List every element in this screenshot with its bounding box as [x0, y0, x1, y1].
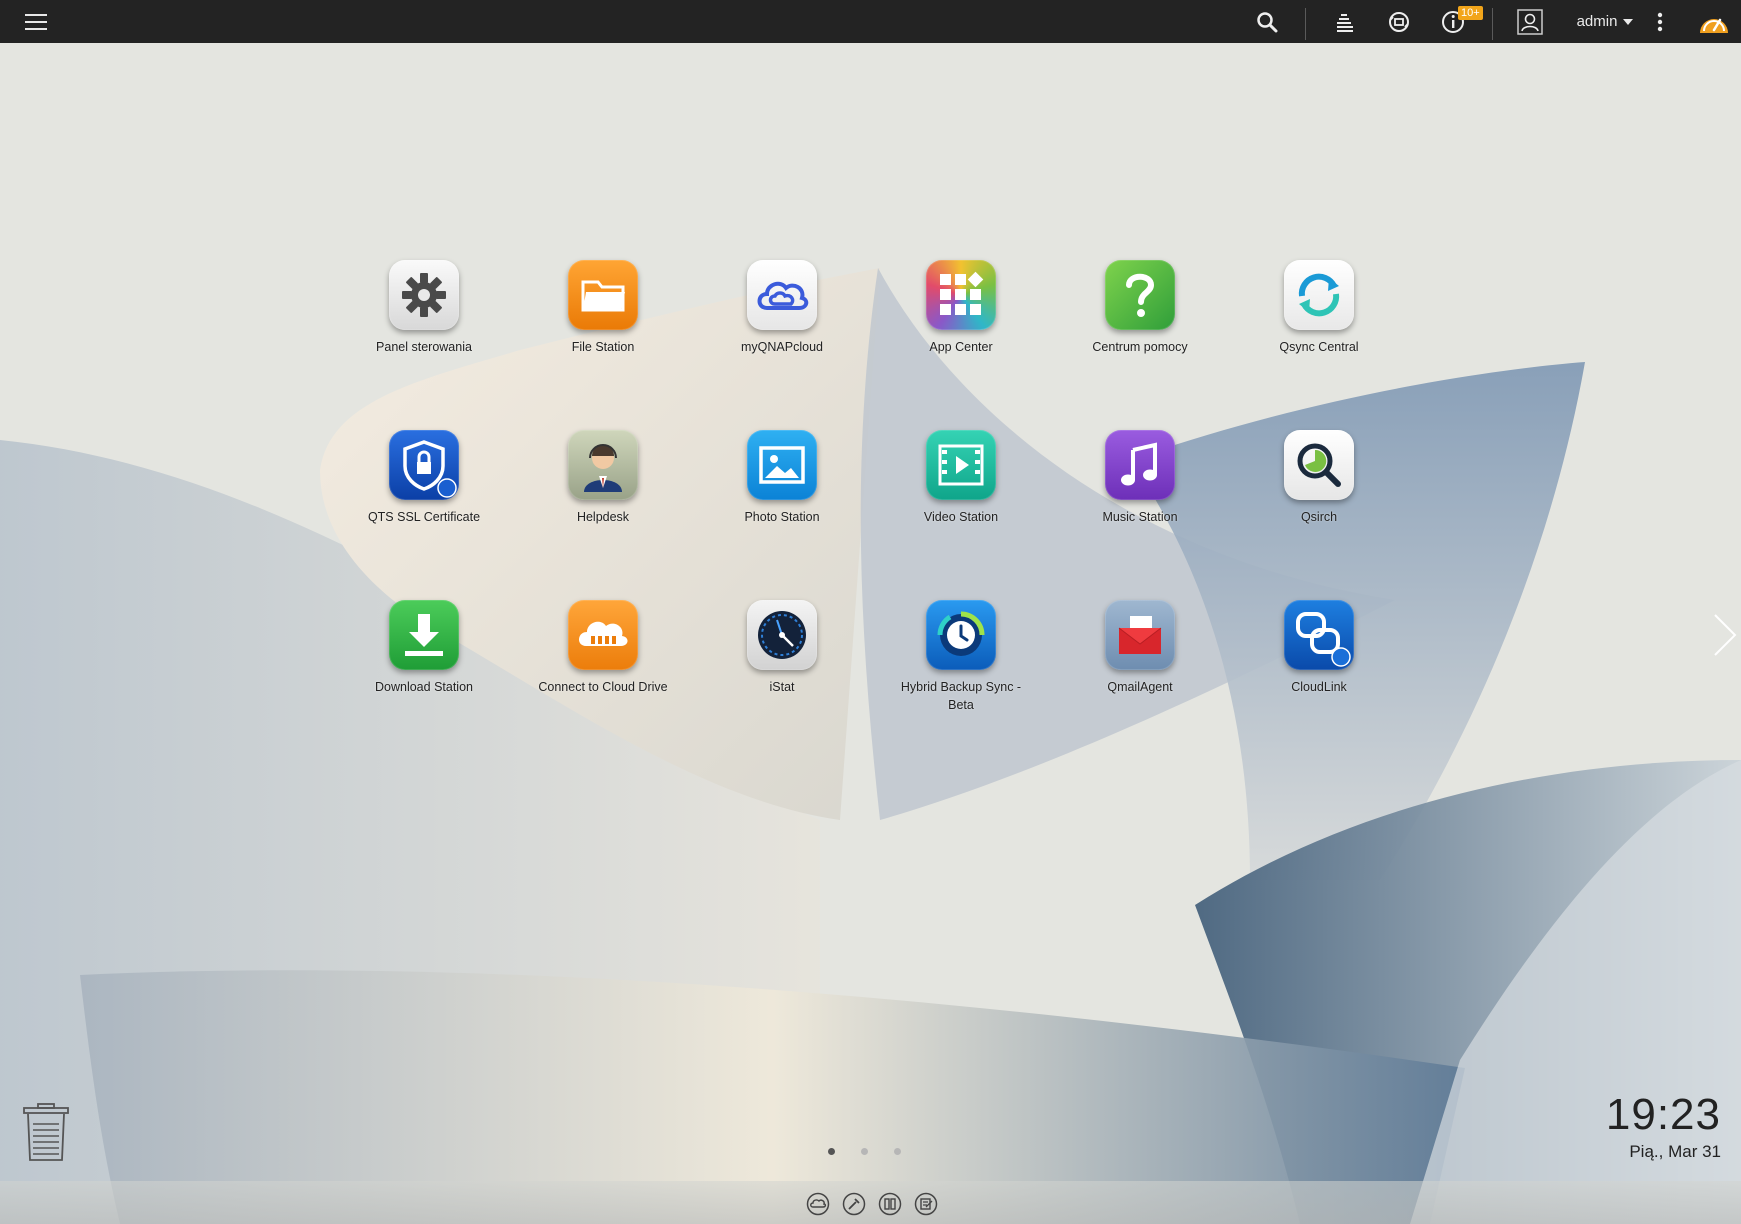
mail-envelope-icon [1105, 600, 1175, 670]
notifications-badge: 10+ [1458, 6, 1483, 20]
grid-icon [926, 260, 996, 330]
hamburger-menu-icon[interactable] [18, 0, 54, 43]
app-label: myQNAPcloud [741, 340, 823, 354]
app-qmailagent[interactable]: QmailAgent [1060, 600, 1220, 696]
app-connect-to-cloud-drive[interactable]: Connect to Cloud Drive [523, 600, 683, 696]
app-label: File Station [571, 340, 635, 354]
app-hybrid-backup-sync[interactable]: Hybrid Backup Sync - Beta [881, 600, 1041, 714]
tools-dock-icon[interactable] [842, 1192, 866, 1216]
page-dot[interactable] [861, 1148, 868, 1155]
app-qsirch[interactable]: Qsirch [1239, 430, 1399, 526]
chevron-right-icon[interactable] [1712, 612, 1738, 663]
app-label: Qsync Central [1279, 340, 1359, 354]
app-label: QmailAgent [1107, 680, 1173, 694]
app-helpdesk[interactable]: Helpdesk [523, 430, 683, 526]
user-avatar-icon[interactable] [1516, 0, 1544, 43]
sync-arrows-icon [1284, 260, 1354, 330]
gear-icon [389, 260, 459, 330]
backup-clock-icon [926, 600, 996, 670]
app-label: Qsirch [1300, 510, 1338, 524]
app-file-station[interactable]: File Station [523, 260, 683, 356]
user-name: admin [1576, 13, 1618, 30]
top-taskbar: 10+ admin [0, 0, 1741, 43]
film-icon [926, 430, 996, 500]
app-label: Video Station [923, 510, 999, 524]
cloud-drive-icon [568, 600, 638, 670]
app-label: Connect to Cloud Drive [538, 680, 668, 694]
app-app-center[interactable]: App Center [881, 260, 1041, 356]
taskbar-separator [1305, 8, 1306, 40]
app-label: CloudLink [1291, 680, 1347, 694]
app-video-station[interactable]: Video Station [881, 430, 1041, 526]
app-label: iStat [769, 680, 795, 694]
app-label: Helpdesk [576, 510, 630, 524]
app-label: Centrum pomocy [1092, 340, 1188, 354]
speedometer-icon [747, 600, 817, 670]
app-download-station[interactable]: Download Station [344, 600, 504, 696]
taskbar-separator [1492, 8, 1493, 40]
desktop-wallpaper [0, 0, 1741, 1224]
recycle-bin-icon[interactable] [22, 1102, 70, 1167]
download-arrow-icon [389, 600, 459, 670]
app-cloudlink[interactable]: CloudLink [1239, 600, 1399, 696]
app-label: Panel sterowania [376, 340, 472, 354]
music-note-icon [1105, 430, 1175, 500]
app-label: Music Station [1102, 510, 1178, 524]
app-label: Photo Station [744, 510, 820, 524]
search-icon[interactable] [1252, 0, 1282, 43]
support-agent-icon [568, 430, 638, 500]
app-label: Hybrid Backup Sync - Beta [900, 680, 1022, 712]
app-label: QTS SSL Certificate [367, 510, 481, 524]
app-centrum-pomocy[interactable]: Centrum pomocy [1060, 260, 1220, 356]
vertical-more-icon[interactable] [1650, 0, 1670, 43]
app-panel-sterowania[interactable]: Panel sterowania [344, 260, 504, 356]
question-mark-icon [1105, 260, 1175, 330]
page-indicator [828, 1148, 901, 1155]
app-label: Download Station [375, 680, 473, 694]
app-qts-ssl-certificate[interactable]: QTS SSL Certificate [344, 430, 504, 526]
dashboard-gauge-icon[interactable] [1697, 0, 1731, 43]
app-istat[interactable]: iStat [702, 600, 862, 696]
clock-date: Pią., Mar 31 [1629, 1142, 1721, 1161]
cloudlink-icon [1284, 600, 1354, 670]
page-dot[interactable] [828, 1148, 835, 1155]
cloud-icon [747, 260, 817, 330]
external-device-icon[interactable] [1384, 0, 1414, 43]
background-tasks-icon[interactable] [1330, 0, 1360, 43]
user-menu-button[interactable]: admin [1560, 0, 1650, 43]
app-label: App Center [929, 340, 993, 354]
app-myqnapcloud[interactable]: myQNAPcloud [702, 260, 862, 356]
library-dock-icon[interactable] [878, 1192, 902, 1216]
chevron-down-icon [1623, 18, 1634, 25]
clock-time: 19:23 [1605, 1090, 1721, 1139]
app-music-station[interactable]: Music Station [1060, 430, 1220, 526]
desktop-clock: 19:23 Pią., Mar 31 [1606, 1090, 1721, 1162]
dock-icons [806, 1192, 938, 1216]
myqnapcloud-dock-icon[interactable] [806, 1192, 830, 1216]
page-dot[interactable] [894, 1148, 901, 1155]
photo-icon [747, 430, 817, 500]
magnifier-icon [1284, 430, 1354, 500]
notes-dock-icon[interactable] [914, 1192, 938, 1216]
shield-lock-icon [389, 430, 459, 500]
folder-icon [568, 260, 638, 330]
app-qsync-central[interactable]: Qsync Central [1239, 260, 1399, 356]
app-photo-station[interactable]: Photo Station [702, 430, 862, 526]
